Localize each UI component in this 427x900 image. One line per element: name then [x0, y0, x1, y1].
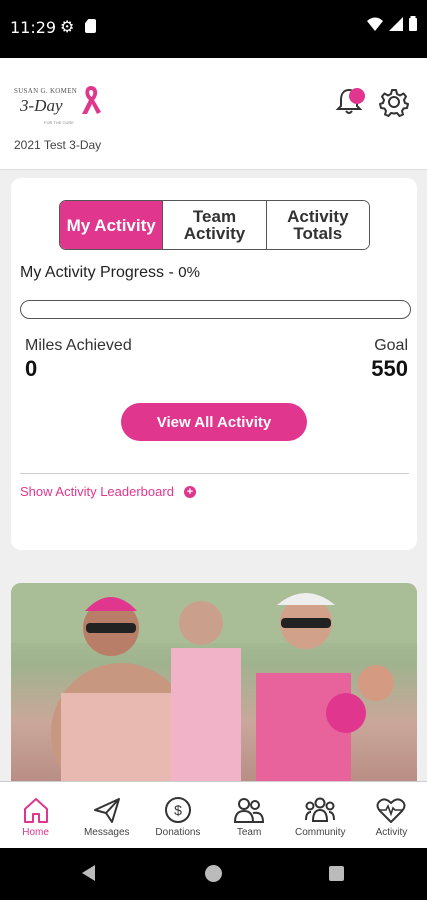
komen-3day-logo: SUSAN G. KOMEN 3-Day FOR THE CURE [14, 84, 104, 130]
walkers-photo [11, 583, 417, 783]
pink-ribbon-icon [82, 86, 101, 114]
nav-home[interactable]: Home [0, 782, 71, 848]
divider [20, 473, 409, 474]
battery-icon [409, 16, 417, 31]
settings-status-icon: ⚙ [60, 19, 75, 36]
event-name: 2021 Test 3-Day [14, 138, 102, 152]
dollar-circle-icon: $ [164, 797, 191, 823]
goal-label: Goal [374, 337, 408, 354]
back-icon[interactable] [82, 865, 95, 881]
system-nav-bar [0, 848, 427, 900]
tab-my-activity[interactable]: My Activity [60, 201, 164, 249]
progress-bar [20, 300, 411, 319]
plus-circle-icon: + [183, 485, 196, 498]
wifi-icon [367, 17, 383, 31]
miles-achieved-label: Miles Achieved [25, 337, 132, 354]
home-circle-icon[interactable] [205, 865, 222, 882]
progress-title: My Activity Progress - 0% [20, 264, 200, 281]
paper-plane-icon [93, 798, 120, 823]
community-icon [305, 797, 336, 822]
signal-icon [389, 16, 403, 31]
status-bar: 11:29 ⚙ [0, 0, 427, 58]
home-icon [23, 798, 48, 823]
heartbeat-icon [376, 798, 406, 823]
event-photo [11, 583, 417, 783]
nav-messages[interactable]: Messages [71, 782, 142, 848]
svg-text:$: $ [174, 802, 182, 818]
nav-team[interactable]: Team [214, 782, 285, 848]
tab-activity-totals[interactable]: Activity Totals [266, 201, 369, 249]
progress-percent: 0% [178, 264, 200, 281]
nav-community[interactable]: Community [285, 782, 356, 848]
notification-badge [349, 88, 365, 104]
team-icon [234, 798, 265, 823]
leaderboard-link-label: Show Activity Leaderboard [20, 484, 174, 499]
app-header: SUSAN G. KOMEN 3-Day FOR THE CURE 2021 T… [0, 58, 427, 170]
nav-donations[interactable]: $ Donations [142, 782, 213, 848]
nav-activity[interactable]: Activity [356, 782, 427, 848]
miles-achieved-value: 0 [25, 356, 38, 381]
sd-card-icon [85, 19, 96, 33]
activity-card: My Activity Team Activity Activity Total… [11, 178, 417, 550]
bottom-nav: Home Messages $ Donations Team Community… [0, 781, 427, 848]
view-all-activity-button[interactable]: View All Activity [121, 403, 307, 441]
activity-tabs: My Activity Team Activity Activity Total… [59, 200, 370, 250]
show-leaderboard-link[interactable]: Show Activity Leaderboard + [20, 484, 196, 499]
tab-team-activity[interactable]: Team Activity [163, 201, 267, 249]
settings-icon[interactable] [379, 87, 409, 117]
status-time: 11:29 [10, 18, 57, 37]
recent-apps-icon[interactable] [329, 866, 344, 881]
goal-value: 550 [371, 356, 408, 381]
